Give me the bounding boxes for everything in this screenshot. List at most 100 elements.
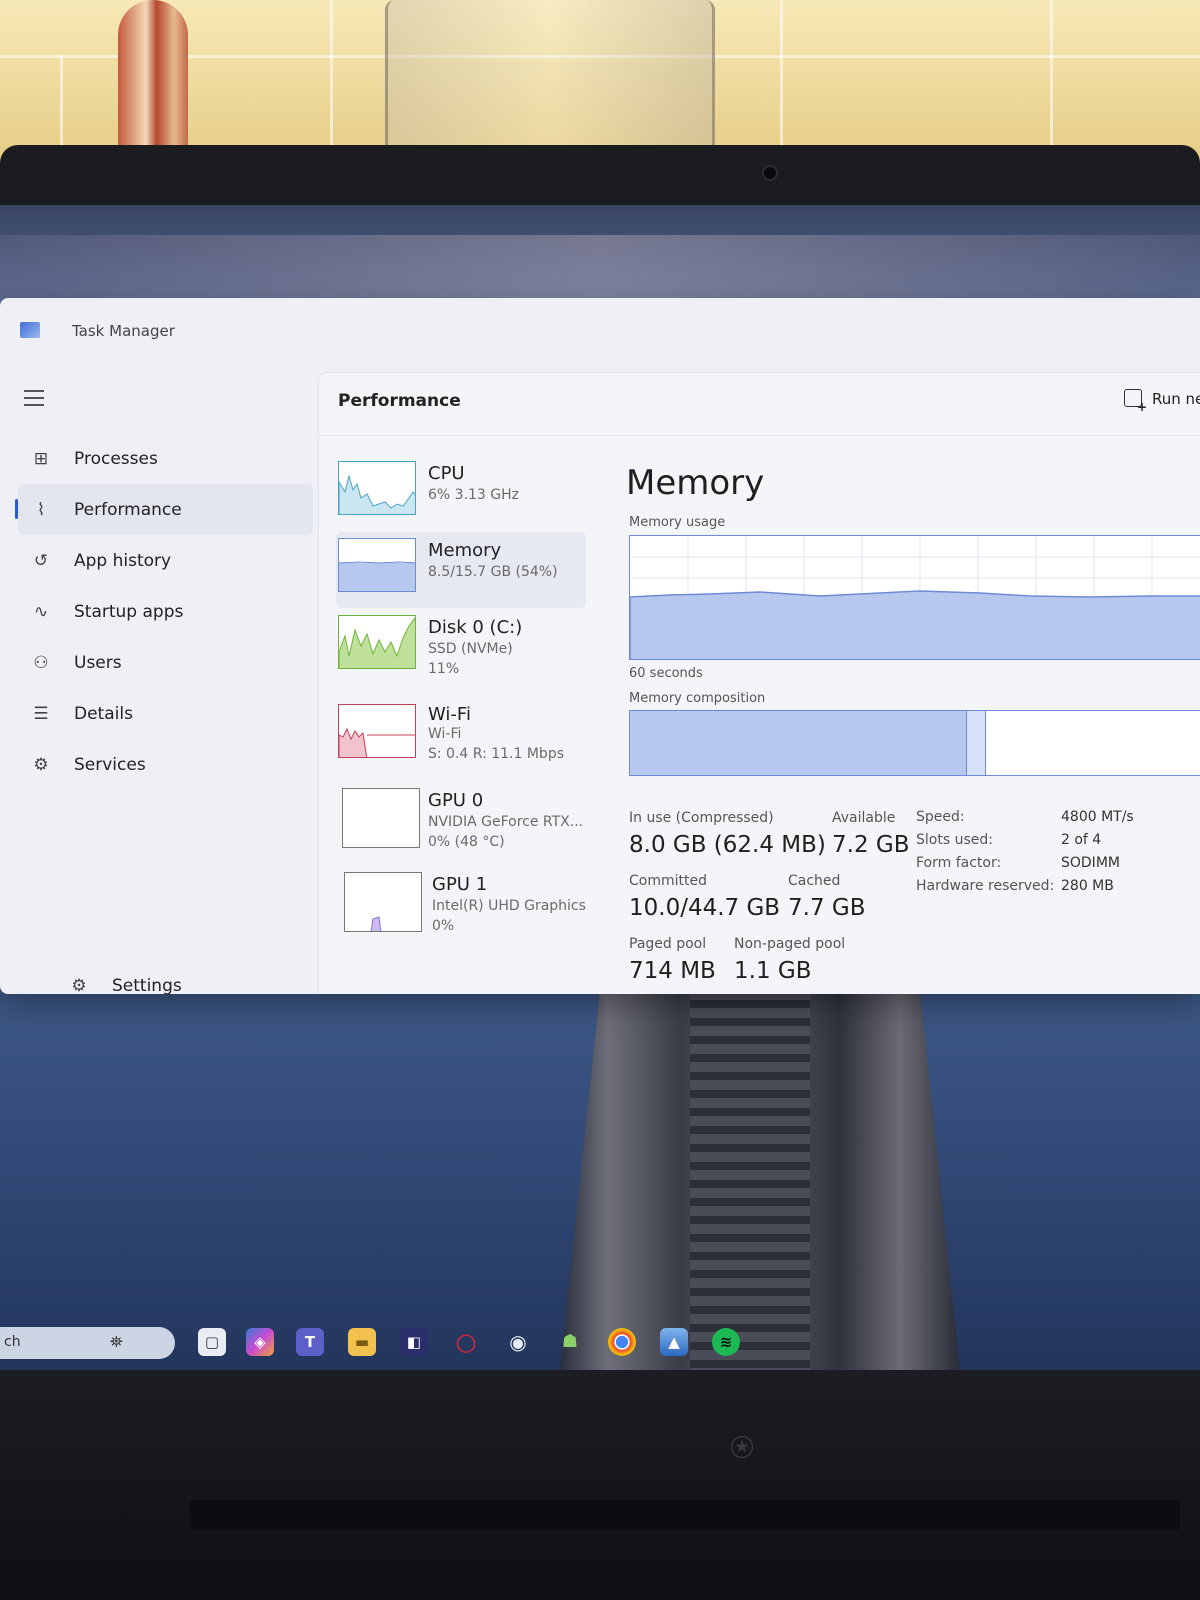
- sidebar-item-services[interactable]: ⚙ Services: [18, 739, 313, 790]
- sidebar-item-label: App history: [74, 550, 172, 571]
- speed-key: Speed:: [916, 809, 965, 825]
- services-icon: ⚙: [33, 754, 49, 775]
- processes-icon: ⊞: [33, 448, 49, 469]
- sidebar-item-label: Startup apps: [74, 601, 184, 622]
- available-value: 7.2 GB: [832, 832, 910, 858]
- page-title: Performance: [338, 391, 461, 411]
- laptop-chin: [0, 1370, 1200, 1600]
- cached-label: Cached: [788, 873, 841, 889]
- sidebar-item-details[interactable]: ☰ Details: [18, 688, 313, 739]
- available-label: Available: [832, 810, 896, 826]
- sidebar-item-label: Settings: [112, 975, 182, 996]
- memory-thumbnail-graph: [338, 538, 416, 592]
- cpu-sparkline: [339, 474, 415, 514]
- app-title: Task Manager: [72, 322, 175, 340]
- sidebar-item-label: Services: [74, 754, 146, 775]
- sidebar-item-label: Performance: [74, 499, 182, 520]
- paged-pool-label: Paged pool: [629, 936, 707, 952]
- memory-usage-label: Memory usage: [629, 515, 726, 530]
- sidebar-item-label: Details: [74, 703, 133, 724]
- device-detail: 0%: [432, 918, 455, 934]
- device-detail: 11%: [428, 661, 460, 677]
- device-detail: Intel(R) UHD Graphics: [432, 898, 586, 914]
- hamburger-menu-icon[interactable]: [24, 390, 44, 406]
- device-detail: Wi-Fi: [428, 726, 462, 742]
- wallpaper-pier-steps: [690, 990, 810, 1370]
- sidebar-item-label: Users: [74, 652, 122, 673]
- lighthouse-icon: ⛯: [110, 1332, 123, 1351]
- photos-icon[interactable]: ▲: [660, 1328, 688, 1356]
- hardware-reserved-value: 280 MB: [1061, 878, 1114, 894]
- taskbar: ch ⛯ ▢ ◈ T ▬ ◧ ○ ◉ ☗ ▲ ≋: [0, 1317, 1200, 1365]
- sidebar-item-app-history[interactable]: ↺ App history: [18, 535, 313, 586]
- task-manager-icon: [20, 322, 40, 338]
- spotify-icon[interactable]: ≋: [712, 1328, 740, 1356]
- device-gpu1[interactable]: GPU 1 Intel(R) UHD Graphics 0%: [336, 866, 586, 942]
- run-task-icon: [1124, 389, 1147, 414]
- memory-composition-label: Memory composition: [629, 691, 766, 706]
- memory-usage-chart: [630, 536, 1200, 659]
- device-name: Disk 0 (C:): [428, 617, 523, 638]
- device-disk[interactable]: Disk 0 (C:) SSD (NVMe) 11%: [336, 609, 586, 685]
- hardware-reserved-key: Hardware reserved:: [916, 878, 1055, 894]
- device-detail: S: 0.4 R: 11.1 Mbps: [428, 746, 565, 762]
- device-detail: 6% 3.13 GHz: [428, 487, 520, 503]
- sidebar-item-startup-apps[interactable]: ∿ Startup apps: [18, 586, 313, 637]
- details-icon: ☰: [33, 703, 49, 724]
- device-detail: NVIDIA GeForce RTX...: [428, 814, 584, 830]
- app-history-icon: ↺: [33, 550, 49, 571]
- store-icon[interactable]: ◧: [400, 1328, 428, 1356]
- slots-used-value: 2 of 4: [1061, 832, 1102, 848]
- wallpaper-clouds: [0, 235, 1200, 305]
- sidebar-item-label: Processes: [74, 448, 158, 469]
- teams-icon[interactable]: T: [296, 1328, 324, 1356]
- non-paged-pool-value: 1.1 GB: [734, 958, 812, 984]
- taskbar-search-text: ch: [4, 1334, 21, 1350]
- performance-icon: ⌇: [36, 499, 46, 520]
- gpu1-thumbnail-graph: [344, 872, 422, 932]
- sidebar-item-performance[interactable]: ⌇ Performance: [15, 484, 313, 535]
- cpu-thumbnail-graph: [338, 461, 416, 515]
- device-name: CPU: [428, 463, 465, 484]
- surfboard-decoration: [118, 0, 188, 150]
- folder-icon[interactable]: ▬: [348, 1328, 376, 1356]
- opera-icon[interactable]: ○: [452, 1328, 480, 1356]
- memory-title: Memory: [626, 463, 765, 503]
- form-factor-key: Form factor:: [916, 855, 1002, 871]
- sidebar-item-settings[interactable]: ⚙ Settings: [56, 960, 256, 1011]
- wifi-sparkline: [339, 727, 415, 757]
- run-new-task-button[interactable]: Run ne: [1124, 389, 1200, 414]
- alienware-icon[interactable]: ☗: [556, 1328, 584, 1356]
- sidebar-item-users[interactable]: ⚇ Users: [18, 637, 313, 688]
- sidebar-item-processes[interactable]: ⊞ Processes: [18, 433, 313, 484]
- predator-logo-icon: ⍟: [730, 1425, 754, 1471]
- device-name: Memory: [428, 540, 502, 561]
- taskbar-search[interactable]: ch ⛯: [0, 1327, 175, 1359]
- cached-value: 7.7 GB: [788, 895, 866, 921]
- device-cpu[interactable]: CPU 6% 3.13 GHz: [336, 455, 586, 531]
- device-detail: SSD (NVMe): [428, 641, 513, 657]
- gpu0-thumbnail-graph: [342, 788, 420, 848]
- device-detail: 0% (48 °C): [428, 834, 505, 850]
- device-name: GPU 1: [432, 874, 488, 895]
- device-memory[interactable]: Memory 8.5/15.7 GB (54%): [336, 532, 586, 608]
- composition-in-use: [630, 711, 966, 775]
- device-wifi[interactable]: Wi-Fi Wi-Fi S: 0.4 R: 11.1 Mbps: [336, 696, 586, 772]
- in-use-label: In use (Compressed): [629, 810, 774, 826]
- chrome-icon[interactable]: [608, 1328, 636, 1356]
- memory-usage-graph: [629, 535, 1200, 660]
- startup-apps-icon: ∿: [33, 601, 49, 622]
- disk-sparkline: [339, 617, 415, 668]
- header-divider: [318, 435, 1200, 436]
- speed-value: 4800 MT/s: [1061, 809, 1134, 825]
- glass-jar: [385, 0, 715, 150]
- disk-thumbnail-graph: [338, 615, 416, 669]
- memory-sparkline: [339, 561, 415, 591]
- file-explorer-icon[interactable]: ▢: [198, 1328, 226, 1356]
- steam-icon[interactable]: ◉: [504, 1328, 532, 1356]
- device-name: GPU 0: [428, 790, 484, 811]
- in-use-value: 8.0 GB (62.4 MB): [629, 832, 826, 858]
- users-icon: ⚇: [33, 652, 49, 673]
- device-gpu0[interactable]: GPU 0 NVIDIA GeForce RTX... 0% (48 °C): [336, 782, 586, 858]
- copilot-icon[interactable]: ◈: [246, 1328, 274, 1356]
